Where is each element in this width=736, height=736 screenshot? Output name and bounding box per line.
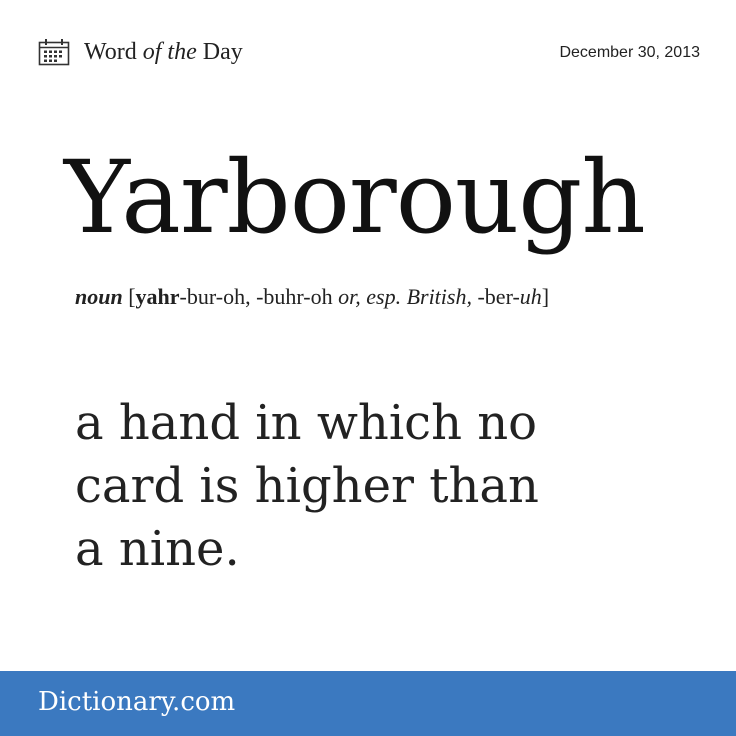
pron-italic-2: uh (519, 284, 542, 309)
calendar-icon (38, 39, 70, 66)
feature-title-part1: Word (84, 39, 143, 65)
footer-bar: Dictionary.com (0, 671, 736, 736)
feature-title-part2: Day (196, 39, 243, 65)
feature-title: Word of the Day (84, 36, 243, 68)
pronunciation-line: noun [yahr-bur-oh, -buhr-oh or, esp. Bri… (75, 282, 549, 312)
pron-italic: or, esp. British, (338, 284, 472, 309)
pron-open: [ (122, 284, 136, 309)
pron-stress: yahr (135, 284, 180, 309)
header: Word of the Day December 30, 2013 (38, 36, 700, 70)
definition-line: a nine. (75, 521, 240, 577)
pron-close: ] (541, 284, 550, 309)
headword: Yarborough (64, 139, 646, 256)
part-of-speech: noun (75, 284, 123, 309)
feature-title-emphasis: of the (142, 39, 197, 65)
site-logo-text[interactable]: Dictionary.com (38, 685, 235, 719)
pron-rest-1: -bur-oh, -buhr-oh (179, 284, 339, 309)
pron-rest-2: -ber- (471, 284, 520, 309)
definition-line: a hand in which no (75, 395, 538, 451)
definition: a hand in which no card is higher than a… (75, 392, 675, 581)
definition-line: card is higher than (75, 458, 539, 514)
date-label: December 30, 2013 (559, 44, 700, 61)
